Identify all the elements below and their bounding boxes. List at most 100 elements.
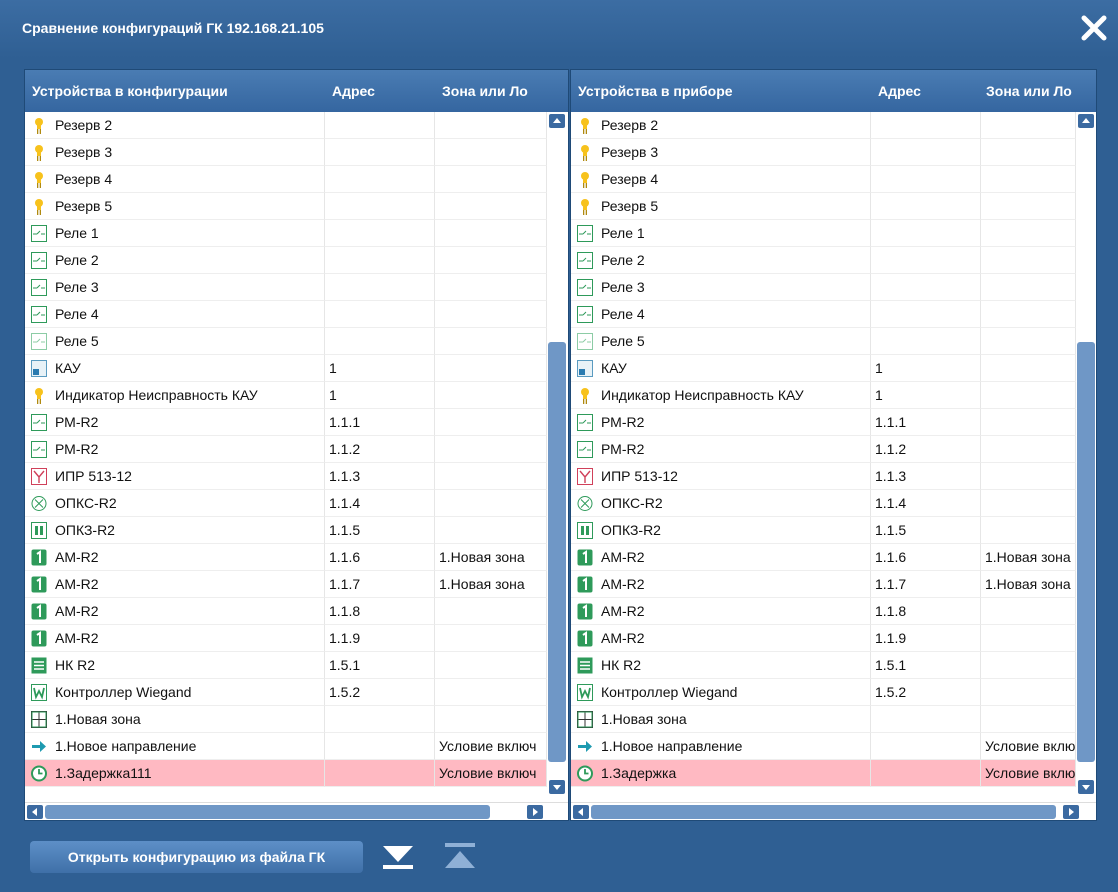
table-row[interactable]: Резерв 3 bbox=[25, 139, 547, 166]
open-config-from-file-button[interactable]: Открыть конфигурацию из файла ГК bbox=[30, 841, 363, 873]
address-cell bbox=[325, 220, 435, 247]
device-name: РМ-R2 bbox=[601, 441, 645, 457]
table-row[interactable]: 1.Задержка111 Условие включ bbox=[25, 760, 547, 787]
address-cell: 1.1.5 bbox=[325, 517, 435, 544]
device-name-cell: АМ-R2 bbox=[25, 625, 325, 652]
table-row[interactable]: Резерв 2 bbox=[571, 112, 1076, 139]
table-row[interactable]: ОПКС-R2 1.1.4 bbox=[571, 490, 1076, 517]
device-vertical-scrollbar[interactable] bbox=[1076, 112, 1096, 802]
zone-cell bbox=[981, 193, 1076, 220]
table-row[interactable]: АМ-R2 1.1.9 bbox=[571, 625, 1076, 652]
table-row[interactable]: Реле 5 bbox=[571, 328, 1076, 355]
device-name: Резерв 5 bbox=[601, 198, 659, 214]
table-row[interactable]: 1.Новое направление Условие включ bbox=[25, 733, 547, 760]
table-row[interactable]: АМ-R2 1.1.7 1.Новая зона bbox=[25, 571, 547, 598]
table-row[interactable]: Резерв 5 bbox=[571, 193, 1076, 220]
table-row[interactable]: РМ-R2 1.1.2 bbox=[571, 436, 1076, 463]
table-row[interactable]: АМ-R2 1.1.8 bbox=[571, 598, 1076, 625]
table-row[interactable]: Резерв 4 bbox=[571, 166, 1076, 193]
table-row[interactable]: Резерв 3 bbox=[571, 139, 1076, 166]
scroll-down-button[interactable] bbox=[1078, 780, 1094, 794]
table-row[interactable]: Контроллер Wiegand 1.5.2 bbox=[571, 679, 1076, 706]
table-row[interactable]: ОПКС-R2 1.1.4 bbox=[25, 490, 547, 517]
col-address[interactable]: Адрес bbox=[332, 83, 427, 99]
table-row[interactable]: АМ-R2 1.1.8 bbox=[25, 598, 547, 625]
device-name: Реле 4 bbox=[601, 306, 645, 322]
upload-config-button[interactable] bbox=[442, 838, 478, 874]
device-name: КАУ bbox=[55, 360, 81, 376]
scroll-up-button[interactable] bbox=[549, 114, 565, 128]
table-row[interactable]: РМ-R2 1.1.1 bbox=[25, 409, 547, 436]
col-devices-in-config[interactable]: Устройства в конфигурации bbox=[32, 83, 322, 99]
config-vertical-scrollbar[interactable] bbox=[547, 112, 567, 802]
zone-cell bbox=[435, 112, 547, 139]
table-row[interactable]: Реле 1 bbox=[571, 220, 1076, 247]
table-row[interactable]: Реле 3 bbox=[571, 274, 1076, 301]
ipr-icon bbox=[31, 468, 47, 485]
scroll-up-button[interactable] bbox=[1078, 114, 1094, 128]
table-row[interactable]: АМ-R2 1.1.7 1.Новая зона bbox=[571, 571, 1076, 598]
table-row[interactable]: Реле 2 bbox=[571, 247, 1076, 274]
table-row[interactable]: Резерв 5 bbox=[25, 193, 547, 220]
address-cell bbox=[871, 193, 981, 220]
table-row[interactable]: 1.Новая зона bbox=[25, 706, 547, 733]
scroll-down-button[interactable] bbox=[549, 780, 565, 794]
table-row[interactable]: Индикатор Неисправность КАУ 1 bbox=[571, 382, 1076, 409]
table-row[interactable]: Реле 2 bbox=[25, 247, 547, 274]
table-row[interactable]: АМ-R2 1.1.6 1.Новая зона bbox=[25, 544, 547, 571]
scroll-left-button[interactable] bbox=[573, 805, 589, 819]
table-row[interactable]: НК R2 1.5.1 bbox=[571, 652, 1076, 679]
table-row[interactable]: 1.Задержка Условие включ bbox=[571, 760, 1076, 787]
device-horizontal-scrollbar[interactable] bbox=[571, 802, 1096, 820]
hscroll-thumb[interactable] bbox=[591, 805, 1056, 819]
address-cell bbox=[871, 112, 981, 139]
table-row[interactable]: АМ-R2 1.1.9 bbox=[25, 625, 547, 652]
hscroll-thumb[interactable] bbox=[45, 805, 490, 819]
table-row[interactable]: ИПР 513-12 1.1.3 bbox=[571, 463, 1076, 490]
device-name-cell: Реле 5 bbox=[25, 328, 325, 355]
col-address[interactable]: Адрес bbox=[878, 83, 973, 99]
device-name-cell: Резерв 3 bbox=[25, 139, 325, 166]
close-button[interactable] bbox=[1078, 12, 1110, 44]
table-row[interactable]: НК R2 1.5.1 bbox=[25, 652, 547, 679]
address-cell: 1 bbox=[871, 355, 981, 382]
table-row[interactable]: Реле 5 bbox=[25, 328, 547, 355]
download-config-button[interactable] bbox=[380, 838, 416, 874]
table-row[interactable]: Резерв 4 bbox=[25, 166, 547, 193]
scroll-left-button[interactable] bbox=[27, 805, 43, 819]
table-row[interactable]: КАУ 1 bbox=[571, 355, 1076, 382]
table-row[interactable]: ОПКЗ-R2 1.1.5 bbox=[25, 517, 547, 544]
col-zone[interactable]: Зона или Ло bbox=[442, 83, 547, 99]
device-name: Резерв 4 bbox=[601, 171, 659, 187]
table-row[interactable]: КАУ 1 bbox=[25, 355, 547, 382]
table-row[interactable]: ОПКЗ-R2 1.1.5 bbox=[571, 517, 1076, 544]
address-cell: 1 bbox=[325, 355, 435, 382]
scroll-thumb[interactable] bbox=[548, 342, 566, 762]
table-row[interactable]: Индикатор Неисправность КАУ 1 bbox=[25, 382, 547, 409]
table-row[interactable]: РМ-R2 1.1.1 bbox=[571, 409, 1076, 436]
relay-icon bbox=[31, 414, 47, 431]
table-row[interactable]: ИПР 513-12 1.1.3 bbox=[25, 463, 547, 490]
table-row[interactable]: 1.Новое направление Условие включ bbox=[571, 733, 1076, 760]
table-row[interactable]: 1.Новая зона bbox=[571, 706, 1076, 733]
table-row[interactable]: Реле 3 bbox=[25, 274, 547, 301]
device-name: ИПР 513-12 bbox=[601, 468, 678, 484]
scroll-thumb[interactable] bbox=[1077, 342, 1095, 762]
col-devices-in-device[interactable]: Устройства в приборе bbox=[578, 83, 868, 99]
table-row[interactable]: Контроллер Wiegand 1.5.2 bbox=[25, 679, 547, 706]
table-row[interactable]: Реле 4 bbox=[25, 301, 547, 328]
zone-cell bbox=[435, 355, 547, 382]
table-row[interactable]: АМ-R2 1.1.6 1.Новая зона bbox=[571, 544, 1076, 571]
col-zone[interactable]: Зона или Ло bbox=[986, 83, 1081, 99]
scroll-right-button[interactable] bbox=[1063, 805, 1079, 819]
device-name-cell: Реле 1 bbox=[25, 220, 325, 247]
config-horizontal-scrollbar[interactable] bbox=[25, 802, 568, 820]
table-row[interactable]: Реле 4 bbox=[571, 301, 1076, 328]
address-cell: 1.1.2 bbox=[871, 436, 981, 463]
scroll-right-button[interactable] bbox=[527, 805, 543, 819]
table-row[interactable]: Реле 1 bbox=[25, 220, 547, 247]
table-row[interactable]: РМ-R2 1.1.2 bbox=[25, 436, 547, 463]
device-name-cell: Реле 4 bbox=[571, 301, 871, 328]
table-row[interactable]: Резерв 2 bbox=[25, 112, 547, 139]
device-name: АМ-R2 bbox=[601, 549, 645, 565]
